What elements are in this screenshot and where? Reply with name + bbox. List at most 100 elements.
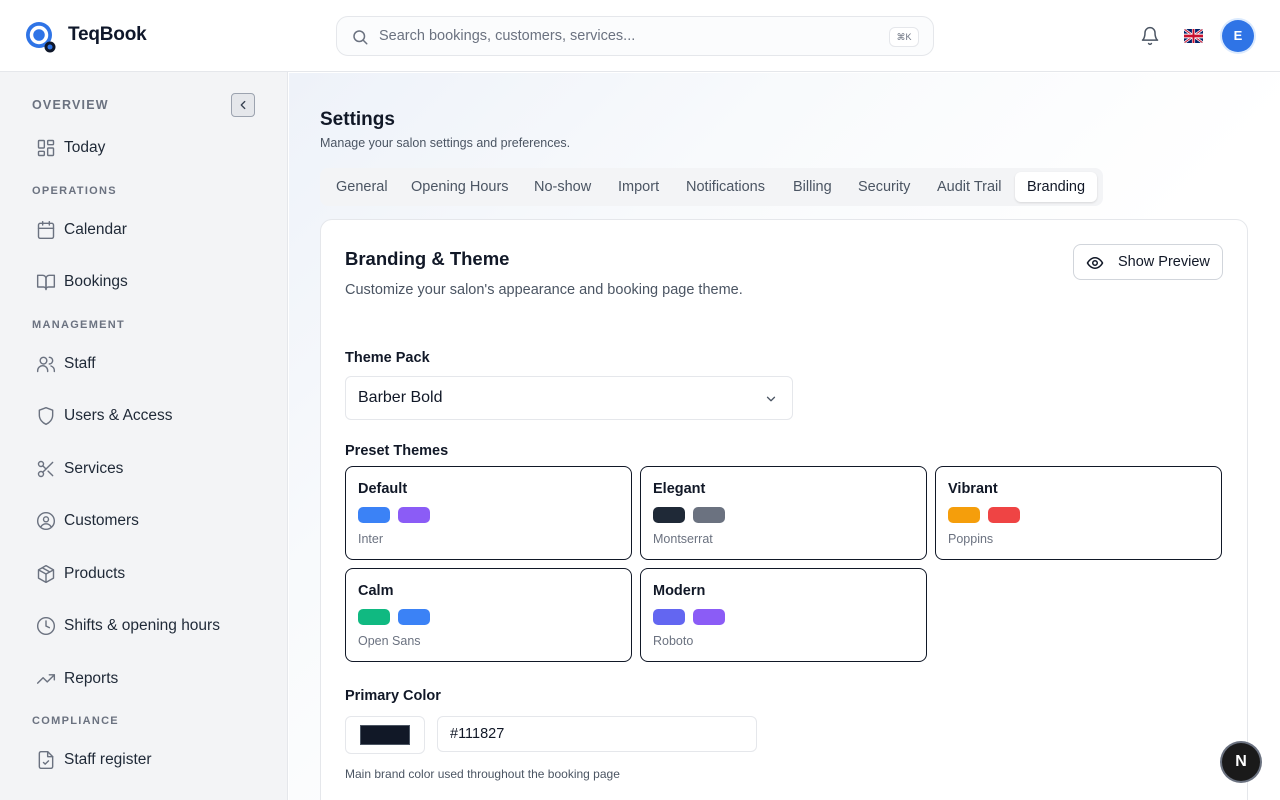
clock-icon [36, 616, 56, 636]
preset-font: Montserrat [653, 532, 713, 546]
preset-themes-label: Preset Themes [345, 443, 449, 459]
sidebar-item-bookings[interactable]: Bookings [24, 262, 264, 302]
preset-theme-default[interactable]: Default Inter [345, 466, 632, 560]
book-open-icon [36, 274, 56, 291]
chevron-left-icon [240, 100, 246, 110]
page-title: Settings [320, 109, 395, 130]
primary-color-label: Primary Color [345, 688, 441, 704]
color-swatch [398, 507, 430, 523]
sidebar-item-label: Today [64, 139, 106, 156]
color-swatch [988, 507, 1020, 523]
tab-no-show[interactable]: No-show [522, 172, 603, 202]
theme-pack-value: Barber Bold [358, 389, 443, 406]
preset-name: Default [358, 481, 408, 497]
sidebar-item-today[interactable]: Today [24, 128, 264, 168]
show-preview-label: Show Preview [1118, 254, 1210, 270]
eye-icon [1086, 256, 1104, 270]
color-swatch [358, 609, 390, 625]
section-title: Branding & Theme [345, 248, 510, 269]
shield-icon [38, 406, 54, 426]
user-circle-icon [36, 511, 56, 531]
sidebar-item-reports[interactable]: Reports [24, 659, 264, 699]
sidebar-item-shifts[interactable]: Shifts & opening hours [24, 606, 264, 646]
preset-name: Vibrant [948, 481, 998, 497]
primary-color-swatch [360, 725, 410, 745]
scissors-icon [37, 460, 54, 478]
collapse-sidebar-button[interactable] [231, 93, 255, 117]
preset-theme-calm[interactable]: Calm Open Sans [345, 568, 632, 662]
top-header: TeqBook Search bookings, customers, serv… [0, 0, 1280, 72]
global-search[interactable]: Search bookings, customers, services... … [336, 16, 934, 56]
sidebar-item-label: Staff register [64, 751, 152, 768]
primary-color-help: Main brand color used throughout the boo… [345, 767, 620, 781]
search-placeholder: Search bookings, customers, services... [379, 28, 636, 44]
preset-name: Elegant [653, 481, 706, 497]
primary-color-hex-input[interactable] [437, 716, 757, 752]
color-swatch [948, 507, 980, 523]
color-swatch [693, 609, 725, 625]
tab-import[interactable]: Import [606, 172, 671, 202]
sidebar-item-label: Staff [64, 355, 96, 372]
search-shortcut-badge: ⌘K [889, 27, 919, 47]
branding-card: Branding & Theme Customize your salon's … [320, 219, 1248, 800]
sidebar-item-products[interactable]: Products [24, 554, 264, 594]
tab-opening-hours[interactable]: Opening Hours [399, 172, 521, 202]
color-swatch [653, 609, 685, 625]
notification-bell-icon[interactable] [1140, 26, 1160, 46]
sidebar-item-label: Bookings [64, 273, 128, 290]
color-swatch [693, 507, 725, 523]
sidebar-item-users-access[interactable]: Users & Access [24, 396, 264, 436]
tab-branding[interactable]: Branding [1015, 172, 1098, 202]
section-label-compliance: COMPLIANCE [32, 715, 119, 727]
preset-theme-vibrant[interactable]: Vibrant Poppins [935, 466, 1222, 560]
preset-font: Inter [358, 532, 384, 546]
sidebar: OVERVIEW Today OPERATIONS Calendar Booki… [0, 72, 288, 800]
tab-security[interactable]: Security [846, 172, 922, 202]
tab-audit-trail[interactable]: Audit Trail [925, 172, 1013, 202]
file-check-icon [38, 750, 54, 770]
uk-flag-icon[interactable] [1184, 29, 1203, 43]
main-content: Settings Manage your salon settings and … [289, 73, 1280, 800]
primary-color-picker[interactable] [345, 716, 425, 754]
color-swatch [398, 609, 430, 625]
sidebar-item-customers[interactable]: Customers [24, 501, 264, 541]
sidebar-item-label: Shifts & opening hours [64, 617, 220, 634]
user-avatar[interactable]: E [1222, 20, 1254, 52]
sidebar-item-label: Customers [64, 512, 139, 529]
dashboard-icon [37, 139, 55, 157]
section-label-overview: OVERVIEW [32, 98, 109, 112]
sidebar-item-label: Services [64, 460, 124, 477]
app-name[interactable]: TeqBook [68, 24, 147, 46]
tab-notifications[interactable]: Notifications [674, 172, 777, 202]
sidebar-item-staff-register[interactable]: Staff register [24, 740, 264, 780]
settings-tabs: General Opening Hours No-show Import Not… [320, 168, 1103, 206]
section-label-management: MANAGEMENT [32, 319, 126, 331]
teqbook-logo-icon[interactable] [24, 20, 58, 54]
preset-theme-modern[interactable]: Modern Roboto [640, 568, 927, 662]
preset-name: Calm [358, 583, 394, 599]
sidebar-item-staff[interactable]: Staff [24, 344, 264, 384]
theme-pack-select[interactable]: Barber Bold [345, 376, 793, 420]
search-icon [353, 30, 368, 45]
preset-font: Open Sans [358, 634, 421, 648]
preset-name: Modern [653, 583, 706, 599]
tab-billing[interactable]: Billing [781, 172, 844, 202]
tab-general[interactable]: General [324, 172, 400, 202]
section-label-operations: OPERATIONS [32, 185, 117, 197]
sidebar-item-label: Users & Access [64, 407, 173, 424]
preset-theme-elegant[interactable]: Elegant Montserrat [640, 466, 927, 560]
users-icon [36, 356, 56, 373]
sidebar-item-label: Calendar [64, 221, 127, 238]
package-icon [37, 564, 55, 584]
section-subtitle: Customize your salon's appearance and bo… [345, 282, 743, 298]
page-subtitle: Manage your salon settings and preferenc… [320, 136, 571, 150]
sidebar-item-services[interactable]: Services [24, 449, 264, 489]
show-preview-button[interactable]: Show Preview [1073, 244, 1223, 280]
chevron-down-icon [766, 396, 776, 402]
preset-font: Roboto [653, 634, 694, 648]
calendar-icon [37, 220, 55, 240]
nextjs-dev-badge[interactable]: N [1222, 743, 1260, 781]
sidebar-item-calendar[interactable]: Calendar [24, 210, 264, 250]
theme-pack-label: Theme Pack [345, 350, 430, 366]
color-swatch [358, 507, 390, 523]
